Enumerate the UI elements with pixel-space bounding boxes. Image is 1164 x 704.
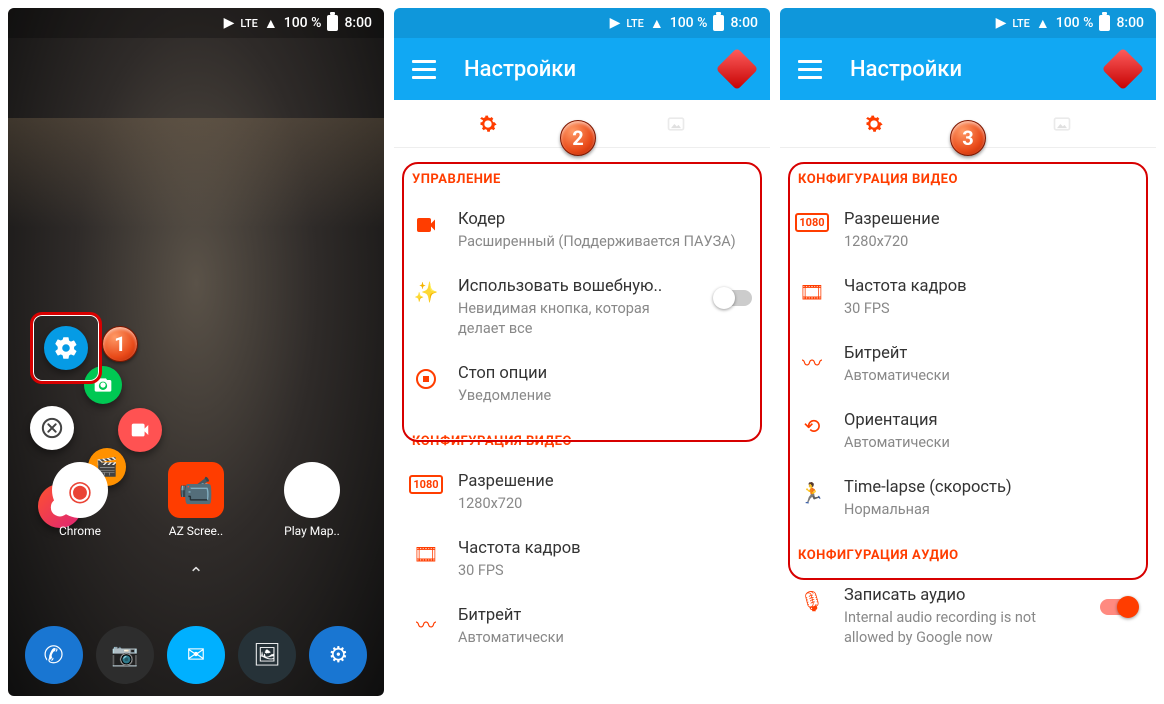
- clock-text: 8:00: [730, 15, 758, 31]
- gear-icon: [863, 113, 885, 135]
- floating-close-button[interactable]: [30, 406, 74, 450]
- image-icon: [664, 114, 688, 134]
- app-play-market[interactable]: ▶ Play Мар..: [280, 462, 344, 538]
- resolution-icon: 1080: [409, 475, 442, 494]
- app-az-label: AZ Scree..: [169, 524, 223, 538]
- app-bar-title: Настройки: [850, 57, 962, 82]
- dock-settings[interactable]: ⚙: [309, 626, 367, 684]
- tab-settings[interactable]: [780, 113, 968, 135]
- status-bar: ▶ LTE ▲ 100 % 8:00: [780, 8, 1156, 38]
- row-resolution-sub: 1280x720: [458, 494, 752, 514]
- row-fps[interactable]: 🎞 Частота кадров 30 FPS: [394, 526, 770, 593]
- tab-settings[interactable]: [394, 113, 582, 135]
- home-screen: ▶ LTE ▲ 100 % 8:00 1 🎬 ⬤ ◉ Chrome 📹 AZ S…: [8, 8, 384, 696]
- gear-icon: ⚙: [328, 643, 348, 668]
- status-bar: ▶ LTE ▲ 100 % 8:00: [394, 8, 770, 38]
- row-record-audio[interactable]: 🎙 Записать аудио Internal audio recordin…: [780, 573, 1156, 660]
- hamburger-icon: [412, 68, 436, 71]
- tab-gallery[interactable]: [582, 114, 770, 134]
- row-audio-title: Записать аудио: [844, 585, 1082, 606]
- wifi-icon: ▶: [610, 15, 621, 31]
- wave-icon: 〰: [416, 609, 436, 638]
- row-resolution-title: Разрешение: [458, 471, 752, 492]
- battery-icon: [1099, 15, 1110, 31]
- row-fps-sub: 30 FPS: [458, 561, 752, 581]
- az-icon: 📹: [168, 462, 224, 518]
- row-bitrate-title: Битрейт: [458, 605, 752, 626]
- row-bitrate[interactable]: 〰 Битрейт Автоматически: [394, 593, 770, 660]
- mail-icon: ✉: [187, 643, 205, 668]
- dock-phone[interactable]: ✆: [25, 626, 83, 684]
- row-fps-title: Частота кадров: [458, 538, 752, 559]
- app-bar: Настройки: [394, 38, 770, 100]
- status-bar: ▶ LTE ▲ 100 % 8:00: [8, 8, 384, 38]
- mic-icon: 🎙: [799, 589, 824, 613]
- lte-icon: LTE: [1012, 17, 1030, 30]
- row-audio-sub: Internal audio recording is not allowed …: [844, 608, 1082, 647]
- row-resolution[interactable]: 1080 Разрешение 1280x720: [394, 459, 770, 526]
- app-chrome-label: Chrome: [59, 524, 101, 538]
- play-icon: ▶: [284, 462, 340, 518]
- premium-gem-icon[interactable]: [1102, 48, 1144, 90]
- step-badge-3: 3: [950, 120, 986, 156]
- lte-icon: LTE: [240, 17, 258, 30]
- battery-text: 100 %: [670, 15, 708, 31]
- highlight-settings-bubble: [30, 312, 102, 384]
- gear-icon: [477, 113, 499, 135]
- gallery-icon: 🖼: [253, 643, 281, 668]
- settings-video-screen: ▶ LTE ▲ 100 % 8:00 Настройки КОНФИГУРАЦИ…: [780, 8, 1156, 696]
- battery-text: 100 %: [284, 15, 322, 31]
- app-bar: Настройки: [780, 38, 1156, 100]
- battery-icon: [713, 15, 724, 31]
- app-bar-title: Настройки: [464, 57, 576, 82]
- step-badge-1: 1: [102, 326, 138, 362]
- settings-control-screen: ▶ LTE ▲ 100 % 8:00 Настройки УПРАВЛЕНИЕ …: [394, 8, 770, 696]
- row-bitrate-sub: Автоматически: [458, 628, 752, 648]
- floating-record-button[interactable]: [118, 408, 162, 452]
- battery-text: 100 %: [1056, 15, 1094, 31]
- dock-camera[interactable]: 📷: [96, 626, 154, 684]
- signal-icon: ▲: [650, 15, 664, 32]
- clock-text: 8:00: [344, 15, 372, 31]
- wallpaper-glow: [8, 118, 384, 228]
- videocam-icon: [129, 419, 151, 441]
- premium-gem-icon[interactable]: [716, 48, 758, 90]
- app-chrome[interactable]: ◉ Chrome: [48, 462, 112, 538]
- app-az-screen[interactable]: 📹 AZ Scree..: [164, 462, 228, 538]
- signal-icon: ▲: [264, 15, 278, 32]
- phone-icon: ✆: [44, 641, 64, 669]
- home-app-row: ◉ Chrome 📹 AZ Scree.. ▶ Play Мар..: [8, 462, 384, 538]
- tab-gallery[interactable]: [968, 114, 1156, 134]
- lte-icon: LTE: [626, 17, 644, 30]
- app-play-label: Play Мар..: [284, 524, 340, 538]
- image-icon: [1050, 114, 1074, 134]
- wifi-icon: ▶: [224, 15, 235, 31]
- dock-mail[interactable]: ✉: [167, 626, 225, 684]
- app-drawer-chevron-up-icon[interactable]: ⌃: [188, 564, 203, 585]
- dock-gallery[interactable]: 🖼: [238, 626, 296, 684]
- menu-button[interactable]: [412, 60, 436, 78]
- battery-icon: [327, 15, 338, 31]
- step-badge-2: 2: [560, 120, 596, 156]
- close-icon: [41, 417, 63, 439]
- hamburger-icon: [798, 68, 822, 71]
- menu-button[interactable]: [798, 60, 822, 78]
- highlight-control-section: [402, 162, 762, 442]
- signal-icon: ▲: [1036, 15, 1050, 32]
- camera-icon: 📷: [111, 643, 138, 668]
- audio-toggle[interactable]: [1100, 599, 1138, 615]
- highlight-video-section: [788, 162, 1148, 580]
- clock-text: 8:00: [1116, 15, 1144, 31]
- dock: ✆ 📷 ✉ 🖼 ⚙: [8, 626, 384, 684]
- film-icon: 🎞: [413, 542, 438, 566]
- wifi-icon: ▶: [996, 15, 1007, 31]
- chrome-icon: ◉: [52, 462, 108, 518]
